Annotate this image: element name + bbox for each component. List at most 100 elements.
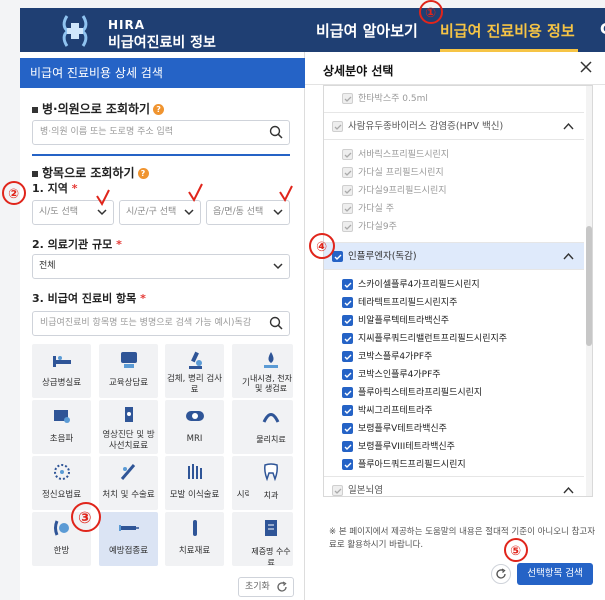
reset-button[interactable]: 초기화 [238,577,294,597]
checkbox[interactable] [332,121,343,132]
checkbox[interactable] [332,251,343,262]
scale-select[interactable]: 전체 [32,254,290,279]
checkbox[interactable] [342,333,353,344]
list-item[interactable]: 스카이셀플루4가프리필드시린지 [324,276,584,294]
radiology-icon [125,407,133,422]
brand-subtitle: 비급여진료비 정보 [108,35,216,51]
list-item[interactable]: 한타박스주 0.5ml [324,90,584,108]
checkbox[interactable] [342,423,353,434]
checkbox[interactable] [342,93,353,104]
group-japanese-encephalitis[interactable]: 일본뇌염 [324,476,584,496]
oriental-medicine-icon [54,520,69,536]
hair-transplant-icon [188,464,202,479]
list-item[interactable]: 보령플루VIII테트라백신주 [324,438,584,456]
checkbox[interactable] [342,297,353,308]
ultrasound-icon [54,410,70,423]
scrollbar-thumb[interactable] [586,226,592,346]
vaccine-icon [119,525,139,531]
search-icon[interactable] [269,316,283,330]
item-search-input[interactable]: 비급여진료비 항목명 또는 병명으로 검색 가능 예시)독감 [32,311,290,336]
nav-noncovered-cost[interactable]: 비급여 진료비용 정보 [440,20,575,41]
town-select[interactable]: 읍/면/동 선택 [206,200,290,225]
checkbox[interactable] [332,485,343,496]
nav-noncovered-info[interactable]: 비급여 알아보기 [316,20,418,41]
chevron-down-icon [273,209,283,216]
vaccine-list: 한타박스주 0.5ml 사람유두종바이러스 감염증(HPV 백신) 서바릭스프리… [323,85,593,497]
search-selected-button[interactable]: 선택항목 검색 [517,563,593,585]
group-influenza[interactable]: 인플루엔자(독감) [324,242,584,270]
list-item[interactable]: 플루아릭스테트라프리필드시린지 [324,384,584,402]
nav-item-extra[interactable]: C [600,20,605,38]
list-item[interactable]: 보령플루V테트라백신주 [324,420,584,438]
checkbox[interactable] [342,351,353,362]
province-select[interactable]: 시/도 선택 [32,200,114,225]
category-psychotherapy[interactable]: 정신요법료 [32,456,91,510]
category-pathology[interactable]: 검체, 병리 검사료 [165,344,224,398]
list-item[interactable]: 가다실9주 [324,218,584,236]
city-select[interactable]: 시/군/구 선택 [119,200,201,225]
category-surgery[interactable]: 처치 및 수술료 [99,456,158,510]
list-item[interactable]: 박씨그리프테트라주 [324,402,584,420]
category-treatment-material[interactable]: 치료재료 [165,512,224,566]
checkbox[interactable] [342,185,353,196]
bullet-icon [32,106,38,113]
category-room-fee[interactable]: 상급병실료 [32,344,91,398]
list-item[interactable]: 가다실 주 [324,200,584,218]
category-certificate[interactable]: 제증명 수수료 [249,512,293,567]
list-item[interactable]: 비알플루텍테트라백신주 [324,312,584,330]
category-counseling[interactable]: 교육상담료 [99,344,158,398]
checkbox[interactable] [342,149,353,160]
list-item[interactable]: 가다실 프리필드시린지 [324,164,584,182]
checkbox[interactable] [342,203,353,214]
category-hair-transplant[interactable]: 모발 이식술료 [165,456,224,510]
list-item[interactable]: 코박스인플루4가PF주 [324,366,584,384]
psychotherapy-icon [54,464,70,480]
chevron-up-icon[interactable] [563,486,574,495]
checkbox[interactable] [342,221,353,232]
hira-logo-icon [62,15,88,47]
checkbox[interactable] [342,279,353,290]
disclaimer-text: ※ 본 페이지에서 제공하는 도움말의 내용은 절대적 기준이 아니오니 참고자… [329,527,596,550]
checkbox[interactable] [342,405,353,416]
item-label: 3. 비급여 진료비 항목 * [32,292,146,305]
hospital-search-input[interactable]: 병·의원 이름 또는 도로명 주소 입력 [32,120,290,145]
category-mri[interactable]: MRI [165,400,224,454]
list-item[interactable]: 코박스플루4가PF주 [324,348,584,366]
close-icon[interactable] [579,60,593,74]
endoscope-icon [264,352,278,368]
scale-label: 2. 의료기관 규모 * [32,238,122,251]
checkbox[interactable] [342,369,353,380]
list-item[interactable]: 지씨플루쿼드리밸런트프리필드시린지주 [324,330,584,348]
list-item[interactable]: 서바릭스프리필드시린지 [324,146,584,164]
checkbox[interactable] [342,387,353,398]
checkbox[interactable] [342,459,353,470]
group-hpv[interactable]: 사람유두종바이러스 감염증(HPV 백신) [324,112,584,140]
list-item[interactable]: 가다실9프리필드시린지 [324,182,584,200]
category-dental[interactable]: 치과 [249,456,293,510]
refresh-button[interactable] [491,564,511,584]
search-icon[interactable] [269,125,283,139]
tooth-icon [264,463,278,482]
category-oriental[interactable]: 한방 [32,512,91,566]
chevron-up-icon[interactable] [563,252,574,261]
physio-icon [262,413,280,423]
category-endoscopy[interactable]: 내시경, 천자 및 생검료 [249,344,293,398]
checkbox[interactable] [342,441,353,452]
checkbox[interactable] [342,315,353,326]
category-ultrasound[interactable]: 초음파 [32,400,91,454]
treatment-material-icon [193,520,197,536]
help-icon[interactable]: ? [153,104,165,115]
mri-icon [186,411,204,421]
top-nav-bar: HIRA 비급여진료비 정보 비급여 알아보기 비급여 진료비용 정보 C [20,8,605,52]
help-icon[interactable]: ? [137,168,149,179]
checkbox[interactable] [342,167,353,178]
chevron-down-icon [184,209,194,216]
category-physio[interactable]: 물리치료 [249,400,293,454]
refresh-icon [277,581,287,592]
list-item[interactable]: 테라텍트프리필드시린지주 [324,294,584,312]
chevron-up-icon[interactable] [563,122,574,131]
list-item[interactable]: 플루아드쿼드프리필드시린지 [324,456,584,474]
category-vaccination[interactable]: 예방접종료 [99,512,158,566]
category-radiology[interactable]: 영상진단 및 방사선치료료 [99,400,158,454]
chevron-down-icon [97,209,107,216]
